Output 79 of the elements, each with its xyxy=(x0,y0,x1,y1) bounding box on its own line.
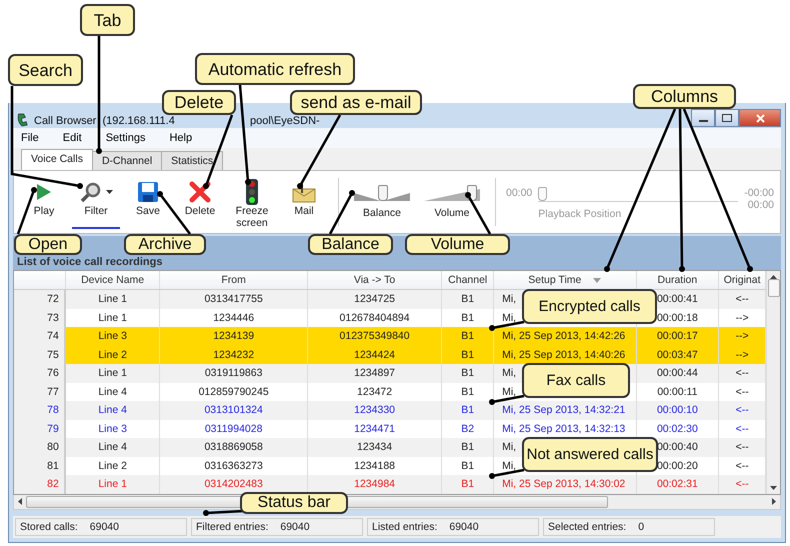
annotation-tooltip: Not answered calls xyxy=(522,437,658,472)
annotation-tooltip: Tab xyxy=(80,4,135,36)
window-title: pool\EyeSDN- xyxy=(250,115,320,127)
left-arrow-icon[interactable] xyxy=(18,498,22,505)
time-label: 00:00 xyxy=(506,186,532,198)
caret-icon xyxy=(106,190,112,194)
annotation-tooltip: Status bar xyxy=(240,492,348,514)
close-button[interactable] xyxy=(739,109,781,127)
row-number: 81 xyxy=(14,456,66,475)
phone-icon xyxy=(16,113,28,127)
maximize-button[interactable] xyxy=(715,109,739,127)
envelope-icon xyxy=(292,181,316,203)
column-header[interactable]: Channel xyxy=(442,271,494,289)
column-header[interactable]: Device Name xyxy=(66,271,160,289)
tab[interactable]: Statistics xyxy=(161,151,224,170)
annotation-tooltip: Encrypted calls xyxy=(522,289,657,324)
annotation-tooltip: Columns xyxy=(633,84,736,109)
column-header[interactable]: From xyxy=(160,271,308,289)
sort-arrow-icon xyxy=(593,278,602,282)
annotation-tooltip: Delete xyxy=(162,90,236,115)
row-number: 79 xyxy=(14,420,66,438)
menu-item[interactable]: Settings xyxy=(106,132,146,144)
vertical-scrollbar[interactable] xyxy=(766,271,780,494)
up-arrow-icon[interactable] xyxy=(770,275,778,279)
cross-icon xyxy=(189,181,211,203)
scrollbar-thumb[interactable] xyxy=(768,279,780,297)
slider-thumb[interactable] xyxy=(378,185,388,201)
minimize-button[interactable] xyxy=(691,109,715,127)
leader-line xyxy=(489,320,524,331)
list-title: List of voice call recordings xyxy=(17,256,162,268)
toolbar-button[interactable]: Mail xyxy=(280,175,328,229)
annotation-tooltip: Search xyxy=(8,54,83,86)
slider-label: Balance xyxy=(363,207,401,219)
table-cell: 00:02:31 xyxy=(636,475,720,494)
slider-label: Volume xyxy=(434,207,470,219)
toolbar-button[interactable]: Delete xyxy=(176,175,224,229)
playback-slider[interactable] xyxy=(538,186,738,202)
leader-line xyxy=(489,468,524,479)
close-icon xyxy=(756,114,764,122)
playback-label: Playback Position xyxy=(538,208,622,220)
right-arrow-icon[interactable] xyxy=(772,498,776,505)
annotation-tooltip: Open xyxy=(14,234,82,255)
time-label: 00:00 xyxy=(748,198,774,210)
status-panel: Stored calls: 69040 xyxy=(15,518,187,536)
magnifier-icon xyxy=(80,181,102,203)
toolbar-button[interactable]: Save xyxy=(124,175,172,229)
row-number: 73 xyxy=(14,308,66,327)
time-label: -00:00 xyxy=(744,186,774,198)
toolbar-button[interactable]: Play xyxy=(20,175,68,229)
column-header[interactable]: Via -> To xyxy=(308,271,442,289)
status-panel: Listed entries: 69040 xyxy=(367,518,539,536)
toolbar-button[interactable]: Filter xyxy=(72,175,120,229)
menu-item[interactable]: Edit xyxy=(62,132,82,144)
window-title: Call Browser (192.168.111.4 xyxy=(34,115,175,127)
annotation-tooltip: Fax calls xyxy=(522,363,630,398)
menu-item[interactable]: File xyxy=(21,132,39,144)
traffic-light-icon xyxy=(244,179,260,205)
slider-thumb[interactable] xyxy=(538,186,548,200)
tab[interactable]: D-Channel xyxy=(92,151,162,170)
table-cell: Line 1 xyxy=(66,475,160,494)
annotation-tooltip: send as e-mail xyxy=(290,90,422,115)
row-number: 74 xyxy=(14,327,66,346)
status-panel: Selected entries: 0 xyxy=(543,518,715,536)
status-panel: Filtered entries: 69040 xyxy=(191,518,363,536)
annotation-tooltip: Balance xyxy=(308,234,393,255)
row-number: 75 xyxy=(14,346,66,364)
annotation-tooltip: Volume xyxy=(405,234,510,255)
tab[interactable]: Voice Calls xyxy=(21,149,93,170)
down-arrow-icon[interactable] xyxy=(770,486,778,490)
balance-slider[interactable] xyxy=(354,185,410,201)
menu-item[interactable]: Help xyxy=(169,132,192,144)
leader-line xyxy=(489,394,524,405)
annotation-tooltip: Archive xyxy=(124,234,206,255)
row-number: 77 xyxy=(14,382,66,401)
leader-line xyxy=(203,510,244,516)
toolbar-button[interactable]: Freeze screen xyxy=(228,175,276,229)
play-icon xyxy=(35,182,53,202)
volume-slider[interactable] xyxy=(424,185,480,201)
annotation-tooltip: Automatic refresh xyxy=(195,53,355,85)
